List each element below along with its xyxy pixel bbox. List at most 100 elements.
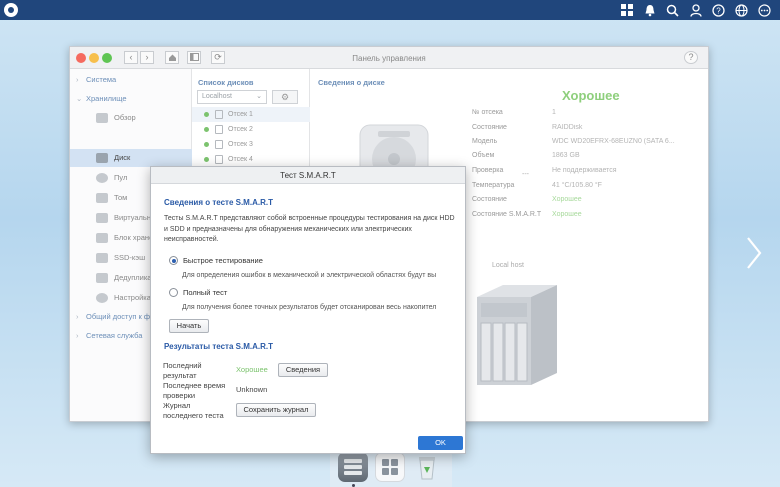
virtual-disk-icon — [96, 212, 108, 223]
sidebar-item-virtual[interactable]: Виртуальн — [96, 209, 151, 226]
hdd-icon — [215, 155, 223, 164]
control-panel-titlebar: ‹ › ⟳ Панель управления ? — [70, 47, 708, 69]
control-panel-title: Панель управления — [352, 54, 426, 63]
disk-info-value: 41 °C/105.80 °F — [552, 182, 602, 189]
disk-info-value: 1863 GB — [552, 152, 580, 159]
chevron-down-icon: ⌄ — [256, 93, 262, 100]
help-button[interactable]: ? — [684, 51, 698, 64]
hdd-icon — [215, 140, 223, 149]
status-dot-icon — [204, 127, 209, 132]
sidebar-item-block-storage[interactable]: Блок хране — [96, 229, 153, 246]
sidebar-group-network-service[interactable]: › Сетевая служба — [76, 331, 142, 340]
disk-list-item[interactable]: Отсек 1 — [192, 107, 310, 122]
sidebar-item-dedup[interactable]: Дедуплика — [96, 269, 151, 286]
last-log-label: Журнал последнего теста — [163, 401, 224, 420]
globe-icon[interactable] — [734, 2, 749, 18]
sidebar-item-pool[interactable]: Пул — [96, 169, 127, 186]
radio-checked-icon — [169, 256, 178, 265]
host-select[interactable]: Localhost ⌄ — [197, 90, 267, 104]
disk-overall-status: Хорошее — [562, 88, 620, 103]
bell-icon[interactable] — [642, 2, 657, 18]
disk-info-key: Состояние S.M.A.R.T — [472, 211, 542, 218]
nas-enclosure-icon — [477, 285, 557, 385]
svg-text:?: ? — [716, 7, 721, 16]
start-test-button[interactable]: Начать — [169, 319, 209, 333]
quick-test-radio[interactable]: Быстрое тестирование — [169, 256, 263, 265]
chevron-right-icon: › — [76, 331, 79, 340]
disk-list-heading: Список дисков — [198, 78, 254, 87]
overview-icon — [96, 112, 108, 123]
app-center-icon[interactable] — [375, 452, 405, 482]
pool-icon — [96, 172, 108, 183]
sidebar-group-label: Хранилище — [86, 94, 127, 103]
details-button[interactable]: Сведения — [278, 363, 328, 377]
volume-icon — [96, 192, 108, 203]
disk-label: Отсек 3 — [228, 141, 253, 148]
help-icon[interactable]: ? — [711, 2, 726, 18]
disk-info-value: Не поддерживается — [552, 167, 617, 174]
sidebar-item-label: Диск — [114, 153, 131, 162]
more-icon[interactable] — [757, 2, 772, 18]
disk-list-item[interactable]: Отсек 2 — [192, 122, 310, 137]
last-check-value: Unknown — [236, 385, 268, 394]
sidebar-item-label: SSD-кэш — [114, 253, 146, 262]
last-result-label: Последний результат — [163, 361, 202, 380]
disk-label: Отсек 1 — [228, 111, 253, 118]
sidebar-item-label: Настройка — [114, 293, 151, 302]
radio-label: Быстрое тестирование — [183, 256, 263, 265]
sidebar-item-label: Обзор — [114, 113, 136, 122]
sidebar-group-file-sharing[interactable]: › Общий доступ к ф — [76, 312, 151, 321]
disk-info-value: Хорошее — [552, 211, 582, 218]
sidebar-item-volume[interactable]: Том — [96, 189, 127, 206]
sidebar-item-ssd-cache[interactable]: SSD-кэш — [96, 249, 145, 266]
sidebar-group-storage[interactable]: ⌄ Хранилище — [76, 94, 127, 103]
search-icon[interactable] — [665, 2, 680, 18]
disk-list-item[interactable]: Отсек 3 — [192, 137, 310, 152]
placeholder-dash: --- — [522, 171, 529, 178]
disk-info-key: № отсека — [472, 109, 503, 116]
smart-test-dialog: Тест S.M.A.R.T Сведения о тесте S.M.A.R.… — [150, 166, 466, 454]
dialog-title: Тест S.M.A.R.T — [151, 167, 465, 184]
full-test-description: Для получения более точных результатов б… — [182, 304, 437, 311]
disk-actions-button[interactable]: ⚙ — [272, 90, 298, 104]
sidebar-group-system[interactable]: › Система — [76, 75, 116, 84]
last-check-label: Последнее время проверки — [163, 381, 226, 400]
disk-list-item[interactable]: Отсек 4 — [192, 152, 310, 167]
hdd-icon — [215, 110, 223, 119]
sidebar-item-disk[interactable]: Диск — [96, 149, 130, 166]
sidebar-group-label: Общий доступ к ф — [86, 312, 151, 321]
test-results-heading: Результаты теста S.M.A.R.T — [164, 342, 273, 351]
radio-unchecked-icon — [169, 288, 178, 297]
ssd-cache-icon — [96, 252, 108, 263]
disk-info-value: RAIDDisk — [552, 124, 583, 131]
status-dot-icon — [204, 112, 209, 117]
next-page-arrow-icon[interactable] — [744, 236, 764, 270]
enclosure-label: Local host — [492, 262, 524, 269]
sidebar-item-label: Дедуплика — [114, 273, 152, 282]
ok-button[interactable]: OK — [418, 436, 463, 450]
recycle-bin-icon[interactable] — [412, 452, 442, 482]
disk-info-key: Объем — [472, 152, 495, 159]
sidebar-item-label: Том — [114, 193, 128, 202]
disk-label: Отсек 2 — [228, 126, 253, 133]
disk-details-heading: Сведения о диске — [318, 78, 385, 87]
status-dot-icon — [204, 157, 209, 162]
storage-manager-icon[interactable] — [338, 452, 368, 482]
sidebar-item-label: Виртуальн — [114, 213, 151, 222]
chevron-right-icon: › — [76, 312, 79, 321]
qnap-logo-icon[interactable] — [4, 3, 18, 17]
disk-info-key: Температура — [472, 182, 515, 189]
save-log-button[interactable]: Сохранить журнал — [236, 403, 316, 417]
sidebar-item-settings[interactable]: Настройка — [96, 289, 151, 306]
top-bar: ? — [0, 0, 780, 20]
sidebar-item-overview[interactable]: Обзор — [96, 109, 136, 126]
dedup-icon — [96, 272, 108, 283]
block-storage-icon — [96, 232, 108, 243]
full-test-radio[interactable]: Полный тест — [169, 288, 227, 297]
hdd-icon — [215, 125, 223, 134]
disk-label: Отсек 4 — [228, 156, 253, 163]
user-icon[interactable] — [688, 2, 703, 18]
apps-grid-icon[interactable] — [619, 2, 634, 18]
gear-icon: ⚙ — [280, 92, 290, 102]
sidebar-item-label: Пул — [114, 173, 128, 182]
